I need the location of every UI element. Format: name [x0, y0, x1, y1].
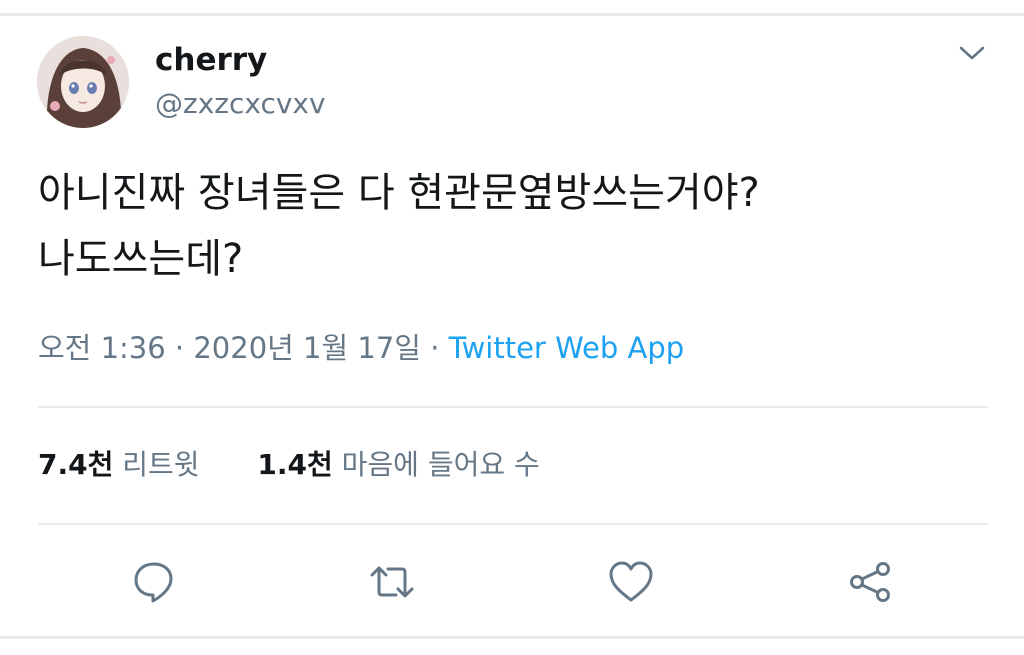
- share-icon: [850, 562, 890, 602]
- likes-label: 마음에 들어요 수: [341, 448, 540, 481]
- like-icon: [609, 561, 653, 602]
- tweet-time: 오전 1:36: [38, 331, 166, 365]
- tweet-source-link[interactable]: Twitter Web App: [449, 331, 685, 365]
- engagement-stats: 7.4천 리트윗 1.4천 마음에 들어요 수: [38, 443, 540, 487]
- share-button[interactable]: [846, 558, 894, 606]
- retweet-icon: [370, 566, 414, 598]
- avatar[interactable]: [37, 36, 129, 128]
- avatar-illustration: [37, 36, 129, 128]
- tweet-text-line: 나도쓰는데?: [38, 236, 244, 282]
- tweet-meta: 오전 1:36 · 2020년 1월 17일 · Twitter Web App: [38, 326, 684, 370]
- user-handle[interactable]: @zxzcxcvxv: [155, 86, 326, 122]
- tweet-date[interactable]: 2020년 1월 17일: [193, 331, 421, 365]
- tweet-text: 아니진짜 장녀들은 다 현관문옆방쓰는거야? 나도쓰는데?: [38, 160, 998, 292]
- retweets-count: 7.4천: [38, 448, 114, 481]
- meta-separator: ·: [430, 331, 440, 365]
- retweet-button[interactable]: [368, 558, 416, 606]
- display-name[interactable]: cherry: [155, 40, 267, 80]
- bottom-divider: [0, 636, 1024, 639]
- divider: [38, 406, 988, 408]
- tweet-text-line: 아니진짜 장녀들은 다 현관문옆방쓰는거야?: [38, 170, 760, 216]
- meta-separator: ·: [174, 331, 185, 365]
- divider: [38, 523, 988, 525]
- top-divider: [0, 13, 1024, 16]
- chevron-down-icon[interactable]: [957, 42, 987, 64]
- likes-stat[interactable]: 1.4천 마음에 들어요 수: [257, 448, 539, 481]
- likes-count: 1.4천: [257, 448, 333, 481]
- retweets-label: 리트윗: [122, 448, 200, 481]
- retweets-stat[interactable]: 7.4천 리트윗: [38, 448, 208, 481]
- reply-icon: [134, 562, 173, 603]
- like-button[interactable]: [607, 558, 655, 606]
- reply-button[interactable]: [130, 558, 178, 606]
